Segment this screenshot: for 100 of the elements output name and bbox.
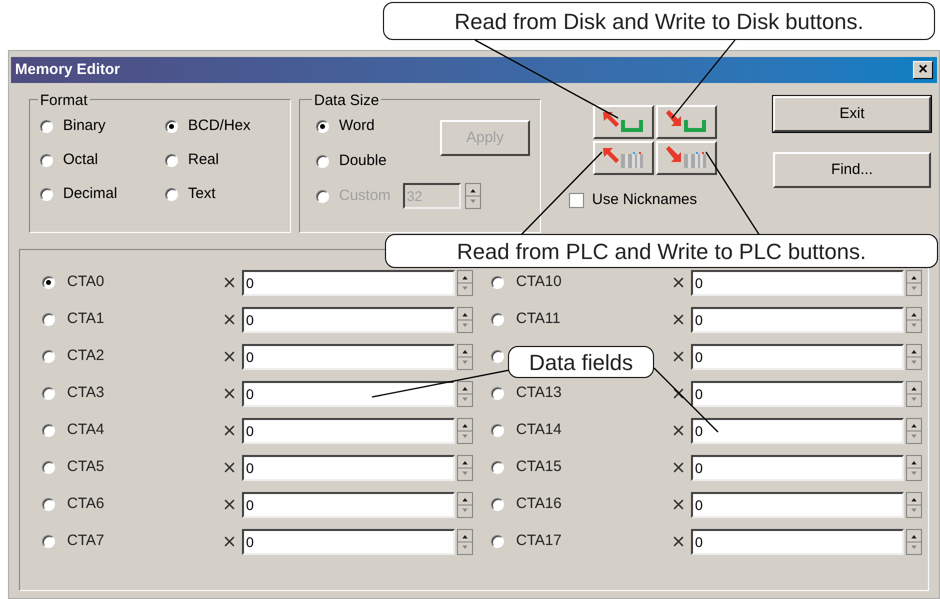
register-label: CTA0 bbox=[67, 272, 104, 292]
close-button[interactable]: × bbox=[913, 61, 933, 79]
option-label: Octal bbox=[63, 150, 98, 170]
option-label: Word bbox=[339, 116, 375, 136]
multiply-icon bbox=[673, 277, 684, 288]
spinner-icon[interactable] bbox=[906, 344, 922, 370]
callout: Data fields bbox=[508, 346, 654, 378]
radio-button[interactable] bbox=[491, 276, 504, 289]
multiply-icon bbox=[673, 499, 684, 510]
multiply-icon bbox=[673, 351, 684, 362]
toolbar-button[interactable] bbox=[593, 105, 654, 139]
radio-button[interactable] bbox=[165, 154, 178, 166]
spinner-icon[interactable] bbox=[457, 344, 473, 370]
data-field[interactable]: 0 bbox=[242, 344, 455, 370]
spinner-icon[interactable] bbox=[464, 183, 481, 209]
data-field[interactable]: 0 bbox=[242, 306, 455, 332]
radio-button[interactable] bbox=[491, 424, 504, 437]
register-label: CTA13 bbox=[516, 383, 562, 404]
checkbox-label: Use Nicknames bbox=[592, 190, 698, 210]
register-label: CTA10 bbox=[516, 272, 562, 292]
spinner-icon[interactable] bbox=[906, 270, 922, 296]
radio-button[interactable] bbox=[42, 276, 55, 289]
spinner-icon[interactable] bbox=[906, 306, 922, 332]
multiply-icon bbox=[224, 388, 235, 399]
data-field[interactable]: 0 bbox=[691, 306, 904, 332]
radio-button[interactable] bbox=[165, 188, 178, 200]
data-field[interactable]: 0 bbox=[691, 380, 904, 406]
checkbox[interactable] bbox=[569, 192, 584, 208]
spinner-icon[interactable] bbox=[457, 270, 473, 296]
option-label: Decimal bbox=[63, 184, 118, 204]
data-field[interactable]: 0 bbox=[242, 454, 455, 480]
data-field[interactable]: 0 bbox=[242, 270, 455, 296]
dialog-button[interactable]: Find... bbox=[773, 152, 931, 188]
multiply-icon bbox=[673, 314, 684, 325]
register-label: CTA11 bbox=[516, 309, 560, 330]
spinner-icon[interactable] bbox=[906, 454, 922, 480]
radio-button[interactable] bbox=[42, 313, 55, 326]
radio-button[interactable] bbox=[40, 154, 53, 166]
spinner-icon[interactable] bbox=[906, 418, 922, 444]
toolbar-button[interactable] bbox=[656, 141, 717, 175]
radio-button[interactable] bbox=[491, 535, 504, 548]
register-label: CTA15 bbox=[516, 457, 562, 478]
callout: Read from Disk and Write to Disk buttons. bbox=[383, 2, 935, 40]
register-label: CTA3 bbox=[67, 383, 104, 404]
radio-button[interactable] bbox=[491, 498, 504, 511]
register-label: CTA4 bbox=[67, 420, 104, 440]
data-field[interactable]: 0 bbox=[242, 418, 455, 444]
multiply-icon bbox=[673, 425, 684, 436]
data-field[interactable]: 0 bbox=[242, 380, 455, 406]
toolbar-button[interactable] bbox=[656, 105, 717, 139]
multiply-icon bbox=[673, 536, 684, 547]
option-label: Double bbox=[339, 150, 387, 171]
spinner-icon[interactable] bbox=[457, 306, 473, 332]
data-field[interactable]: 0 bbox=[691, 528, 904, 554]
data-field[interactable]: 0 bbox=[691, 454, 904, 480]
data-field[interactable]: 0 bbox=[242, 528, 455, 554]
spinner-icon[interactable] bbox=[457, 454, 473, 480]
spinner-icon[interactable] bbox=[457, 528, 473, 554]
data-field[interactable]: 0 bbox=[691, 492, 904, 518]
register-label: CTA17 bbox=[516, 531, 562, 552]
radio-button[interactable] bbox=[42, 535, 55, 548]
radio-button[interactable] bbox=[40, 188, 53, 200]
spinner-icon[interactable] bbox=[906, 492, 922, 518]
radio-button[interactable] bbox=[165, 120, 178, 132]
radio-button[interactable] bbox=[316, 120, 329, 132]
radio-button[interactable] bbox=[42, 424, 55, 437]
data-field[interactable]: 0 bbox=[691, 344, 904, 370]
radio-button[interactable] bbox=[42, 461, 55, 474]
radio-button[interactable] bbox=[42, 387, 55, 400]
multiply-icon bbox=[224, 314, 235, 325]
register-label: CTA2 bbox=[67, 346, 104, 366]
radio-button[interactable] bbox=[40, 120, 53, 132]
radio-button[interactable] bbox=[491, 350, 504, 363]
radio-button[interactable] bbox=[491, 461, 504, 474]
multiply-icon bbox=[224, 351, 235, 362]
radio-button[interactable] bbox=[42, 350, 55, 363]
spinner-icon[interactable] bbox=[906, 380, 922, 406]
option-label: BCD/Hex bbox=[188, 116, 251, 136]
register-label: CTA1 bbox=[67, 309, 104, 330]
toolbar-button[interactable] bbox=[593, 141, 654, 175]
multiply-icon bbox=[224, 425, 235, 436]
register-label: CTA16 bbox=[516, 494, 562, 514]
spinner-icon[interactable] bbox=[457, 492, 473, 518]
callout: Read from PLC and Write to PLC buttons. bbox=[385, 234, 938, 268]
dialog-button[interactable]: Exit bbox=[773, 96, 931, 132]
radio-button[interactable] bbox=[316, 154, 329, 168]
option-label: Text bbox=[188, 184, 216, 204]
register-label: CTA7 bbox=[67, 531, 104, 552]
data-field[interactable]: 0 bbox=[242, 492, 455, 518]
data-field[interactable]: 0 bbox=[691, 418, 904, 444]
spinner-icon[interactable] bbox=[906, 528, 922, 554]
radio-button[interactable] bbox=[42, 498, 55, 511]
data-field[interactable]: 0 bbox=[691, 270, 904, 296]
spinner-icon[interactable] bbox=[457, 380, 473, 406]
multiply-icon bbox=[673, 388, 684, 399]
multiply-icon bbox=[224, 277, 235, 288]
radio-button[interactable] bbox=[491, 313, 504, 326]
window-title: Memory Editor bbox=[15, 60, 120, 80]
spinner-icon[interactable] bbox=[457, 418, 473, 444]
radio-button[interactable] bbox=[491, 387, 504, 400]
